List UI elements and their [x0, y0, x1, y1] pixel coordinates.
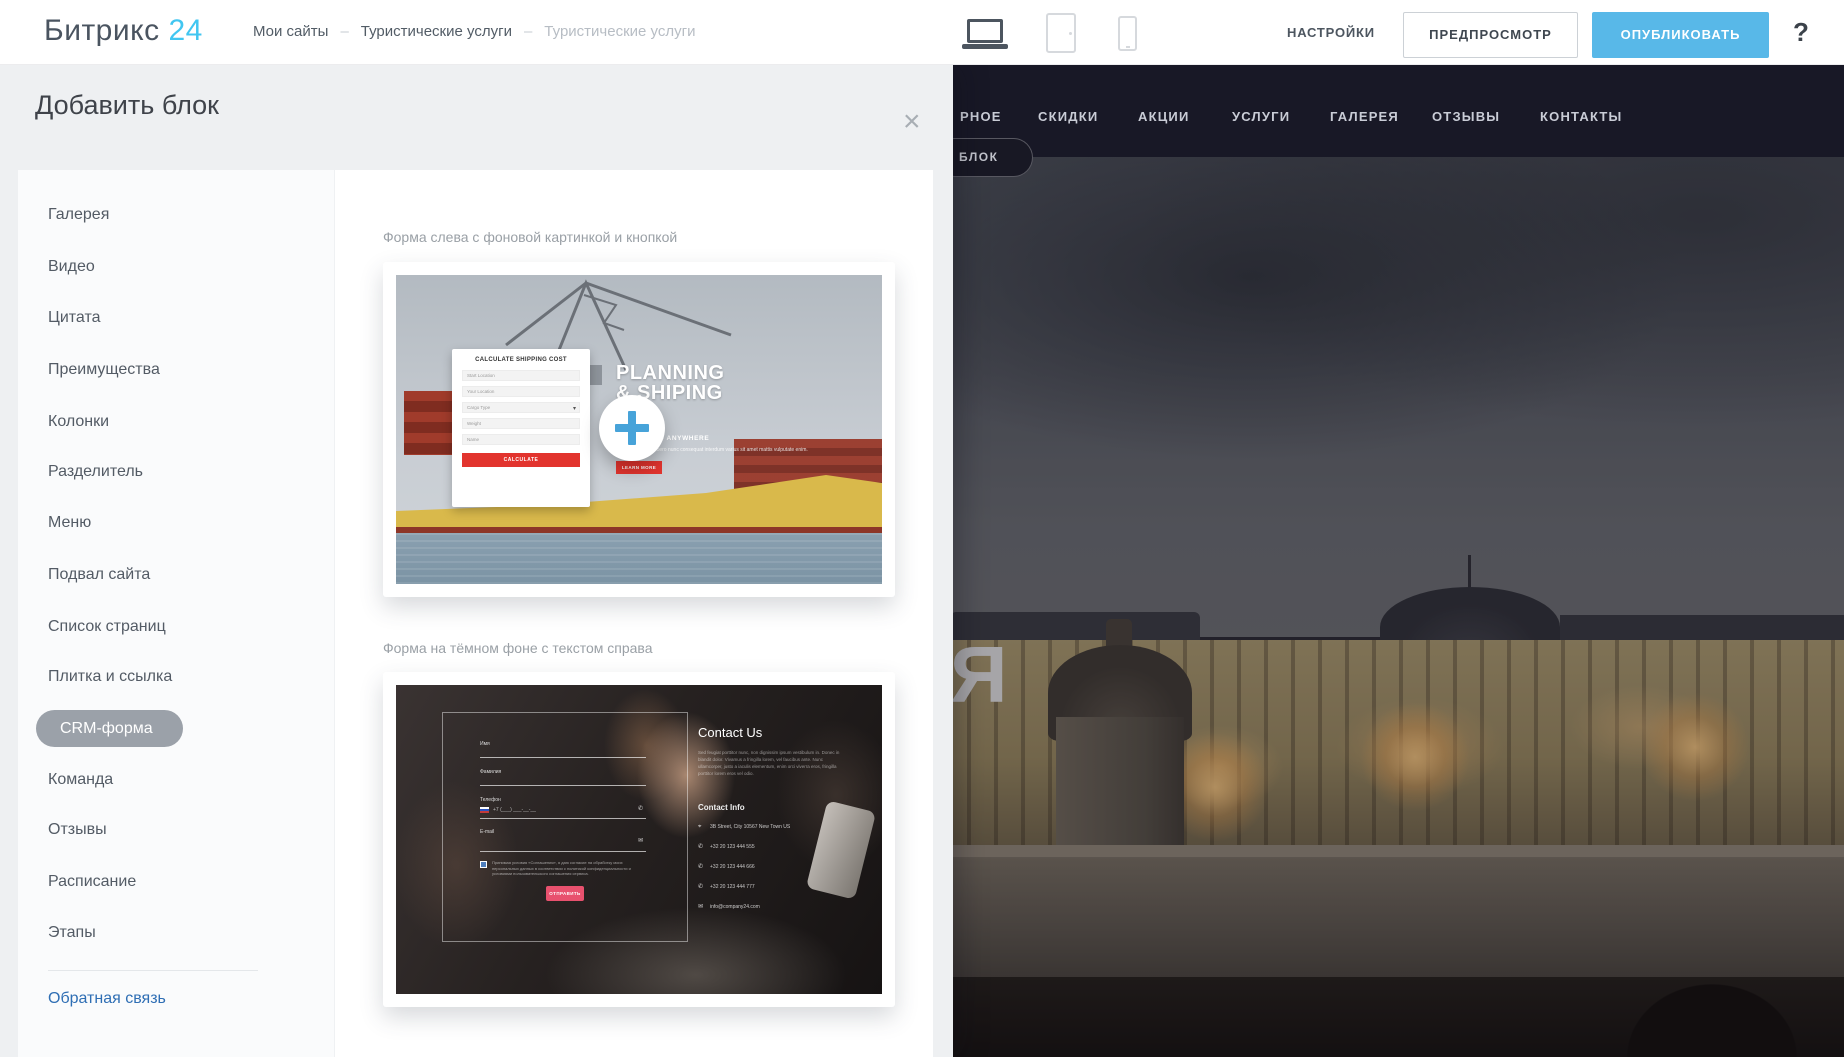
sidebar-item-schedule[interactable]: Расписание [48, 870, 136, 894]
contact-row: ⌖3B Street, City 10567 New Town US [698, 823, 858, 831]
template-preview-image: PLANNING & SHIPING SHIPPING TO ANYWHERE … [396, 275, 882, 584]
template-label-1: Форма слева с фоновой картинкой и кнопко… [383, 229, 677, 245]
sidebar-divider [48, 970, 258, 971]
sidebar-item-stages[interactable]: Этапы [48, 921, 96, 945]
contact-row: ✆+32 20 123 444 555 [698, 843, 858, 851]
phone-icon: ✆ [698, 883, 703, 891]
bitrix24-logo[interactable]: Битрикс 24 [44, 14, 203, 48]
mobile-view-icon[interactable] [1118, 16, 1137, 51]
breadcrumb-separator: – [524, 23, 532, 40]
breadcrumb: Мои сайты–Туристические услуги–Туристиче… [253, 23, 707, 40]
add-block-plus-button[interactable] [599, 395, 665, 461]
site-nav-item-0[interactable]: РНОЕ [960, 109, 1002, 124]
breadcrumb-my-sites[interactable]: Мои сайты [253, 23, 328, 40]
phone-mask: +7 (___) ___-__-__ [493, 807, 536, 813]
russia-flag-icon [480, 807, 489, 813]
form-title: CALCULATE SHIPPING COST [462, 357, 580, 363]
phone-icon: ✆ [698, 843, 703, 851]
phone-icon: ✆ [698, 863, 703, 871]
template-label-2: Форма на тёмном фоне с текстом справа [383, 640, 652, 656]
sidebar-item-team[interactable]: Команда [48, 768, 113, 792]
sidebar-item-tile-link[interactable]: Плитка и ссылка [48, 665, 172, 689]
shipping-form: CALCULATE SHIPPING COST Start Location Y… [452, 349, 590, 507]
mail-icon: ✉ [698, 903, 703, 911]
sidebar-item-benefits[interactable]: Преимущества [48, 358, 160, 382]
form-field: Your Location [462, 386, 580, 397]
plus-icon [628, 411, 636, 445]
panel-body: Галерея Видео Цитата Преимущества Колонк… [18, 170, 933, 1057]
learn-more-button: LEARN MORE [616, 461, 662, 474]
field-label: E-mail [480, 829, 494, 835]
contact-us-heading: Contact Us [698, 725, 762, 740]
editor-header: Битрикс 24 Мои сайты–Туристические услуг… [0, 0, 1844, 65]
help-icon[interactable]: ? [1793, 17, 1809, 48]
desktop-view-icon[interactable] [962, 19, 1008, 49]
site-nav-item-1[interactable]: СКИДКИ [1038, 109, 1098, 124]
sidebar-item-video[interactable]: Видео [48, 255, 95, 279]
sidebar-item-page-list[interactable]: Список страниц [48, 615, 166, 639]
sidebar-item-separator[interactable]: Разделитель [48, 460, 143, 484]
form-field: Name [462, 434, 580, 445]
site-nav-item-6[interactable]: КОНТАКТЫ [1540, 109, 1622, 124]
calculate-button: CALCULATE [462, 453, 580, 467]
consent-checkbox [480, 861, 487, 868]
logo-text: Битрикс [44, 14, 160, 47]
sidebar-item-footer[interactable]: Подвал сайта [48, 563, 150, 587]
submit-button: ОТПРАВИТЬ [546, 886, 584, 901]
site-nav-item-5[interactable]: ОТЗЫВЫ [1432, 109, 1500, 124]
field-underline [480, 757, 646, 758]
field-underline [480, 818, 646, 819]
tablet-view-icon[interactable] [1046, 13, 1076, 53]
site-nav-item-2[interactable]: АКЦИИ [1138, 109, 1190, 124]
contact-row: ✆+32 20 123 444 666 [698, 863, 858, 871]
form-frame [442, 712, 688, 942]
water [396, 533, 882, 584]
form-field: Start Location [462, 370, 580, 381]
form-field: Weight [462, 418, 580, 429]
sidebar-item-quote[interactable]: Цитата [48, 306, 101, 330]
field-underline [480, 851, 646, 852]
feedback-link[interactable]: Обратная связь [48, 990, 166, 1008]
site-nav-item-3[interactable]: УСЛУГИ [1232, 109, 1290, 124]
breadcrumb-site[interactable]: Туристические услуги [361, 23, 512, 40]
template-card-shipping-form[interactable]: PLANNING & SHIPING SHIPPING TO ANYWHERE … [383, 262, 895, 597]
pin-icon: ⌖ [698, 823, 701, 831]
sidebar-item-menu[interactable]: Меню [48, 511, 91, 535]
sidebar-item-reviews[interactable]: Отзывы [48, 818, 107, 842]
field-label: Имя [480, 741, 490, 747]
breadcrumb-separator: – [340, 23, 348, 40]
field-label: Фамилия [480, 769, 501, 775]
settings-button[interactable]: НАСТРОЙКИ [1287, 25, 1375, 40]
sidebar-item-gallery[interactable]: Галерея [48, 203, 109, 227]
close-icon[interactable]: × [903, 107, 921, 137]
email-icon: ✉ [638, 837, 643, 844]
phone-icon: ✆ [638, 805, 643, 812]
panel-title: Добавить блок [35, 90, 219, 121]
consent-text: Принимая условия «Соглашения», я даю сог… [492, 860, 644, 877]
contact-us-text: Sed feugiat porttitor nunc, non dignissi… [698, 749, 848, 777]
template-preview-image: Имя Фамилия Телефон +7 (___) ___-__-__ ✆… [396, 685, 882, 994]
site-nav-item-4[interactable]: ГАЛЕРЕЯ [1330, 109, 1399, 124]
preview-button[interactable]: ПРЕДПРОСМОТР [1403, 12, 1578, 58]
sidebar-item-crm-form-active[interactable]: CRM-форма [36, 710, 183, 747]
breadcrumb-page: Туристические услуги [544, 23, 695, 40]
sidebar-item-columns[interactable]: Колонки [48, 410, 109, 434]
bitrix24-site-editor: РНОЕ СКИДКИ АКЦИИ УСЛУГИ ГАЛЕРЕЯ ОТЗЫВЫ … [0, 0, 1844, 1057]
block-categories-sidebar: Галерея Видео Цитата Преимущества Колонк… [18, 170, 335, 1057]
field-underline [480, 785, 646, 786]
dropdown-caret-icon: ▾ [573, 404, 576, 414]
contact-info-heading: Contact Info [698, 803, 745, 812]
form-field-dropdown: Cargo Type▾ [462, 402, 580, 413]
field-label: Телефон [480, 797, 501, 803]
publish-button[interactable]: ОПУБЛИКОВАТЬ [1592, 12, 1769, 58]
contact-row: ✉info@company24.com [698, 903, 858, 911]
logo-number: 24 [168, 14, 202, 47]
contact-row: ✆+32 20 123 444 777 [698, 883, 858, 891]
add-block-panel: Добавить блок × Галерея Видео Цитата Пре… [0, 65, 953, 1057]
template-card-dark-contact-form[interactable]: Имя Фамилия Телефон +7 (___) ___-__-__ ✆… [383, 672, 895, 1007]
